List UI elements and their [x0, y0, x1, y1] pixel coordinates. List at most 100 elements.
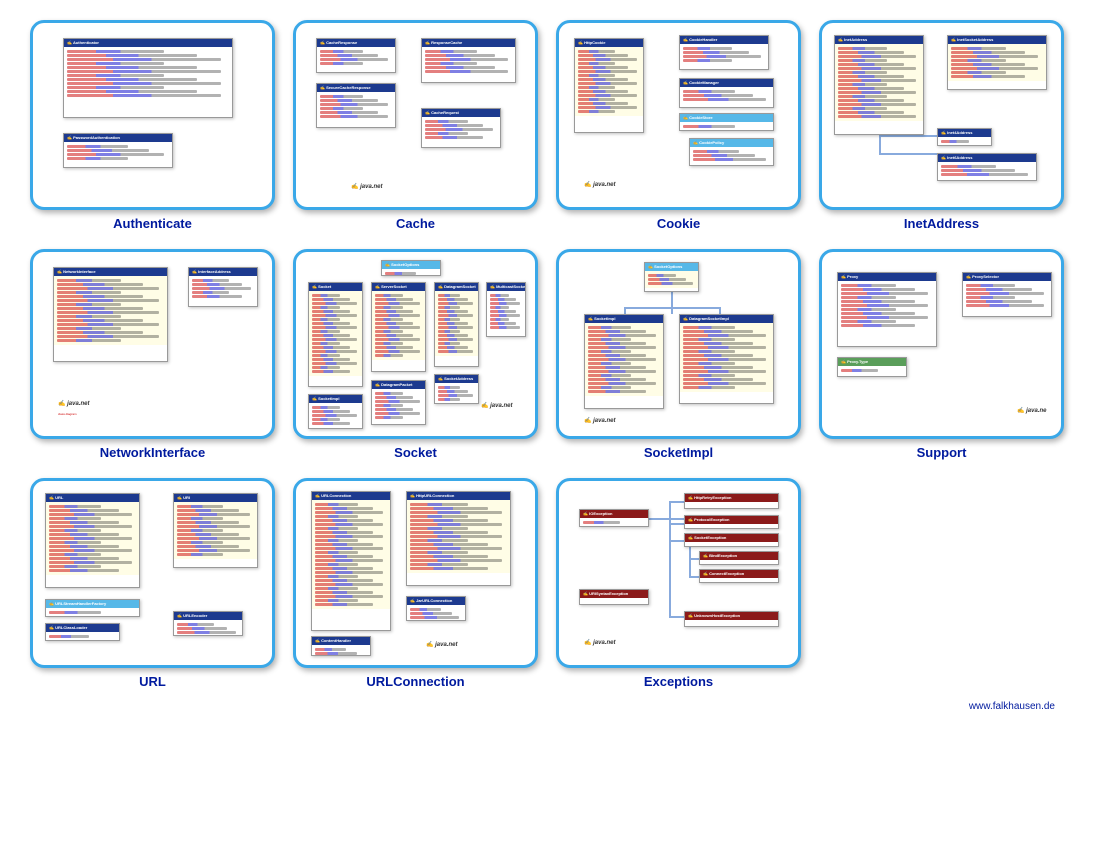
class-box: ✍ CookieManager — [679, 78, 774, 108]
package-label: java.net — [426, 641, 458, 648]
diagram-card-urlconn[interactable]: ✍ URLConnection✍ HttpURLConnection✍ JarU… — [293, 478, 538, 689]
class-body — [690, 147, 773, 164]
class-body — [685, 502, 778, 506]
diagram-caption[interactable]: Cookie — [657, 216, 700, 231]
class-header: ✍ UnknownHostException — [685, 612, 778, 620]
class-body — [174, 502, 257, 559]
class-body — [680, 323, 773, 392]
class-header: ✍ CookieStore — [680, 114, 773, 122]
class-header: ✍ InetAddress — [835, 36, 923, 44]
class-body — [685, 542, 778, 546]
class-body — [46, 632, 119, 641]
diagram-thumbnail[interactable]: ✍ HttpCookie ✍ CookieHandler ✍ CookieManag… — [556, 20, 801, 210]
diagram-thumbnail[interactable]: ✍ SocketOptions ✍ SocketImpl ✍ DatagramSoc… — [556, 249, 801, 439]
class-header: ✍ SocketImpl — [309, 395, 362, 403]
diagram-thumbnail[interactable]: ✍ URL✍ URI✍ URLStreamHandlerFactory✍ URL… — [30, 478, 275, 668]
class-body — [309, 291, 362, 376]
class-header: ✍ Inet4Address — [938, 129, 991, 137]
class-body — [435, 291, 478, 356]
diagram-thumbnail[interactable]: ✍ SocketOptions✍ Socket✍ ServerSocket✍ D… — [293, 249, 538, 439]
class-header: ✍ CookiePolicy — [690, 139, 773, 147]
diagram-caption[interactable]: Socket — [394, 445, 437, 460]
diagram-thumbnail[interactable]: ✍ IOException✍ HttpRetryException✍ Proto… — [556, 478, 801, 668]
class-header: ✍ URLEncoder — [174, 612, 242, 620]
diagram-caption[interactable]: InetAddress — [904, 216, 979, 231]
class-body — [372, 291, 425, 360]
diagram-caption[interactable]: URL — [139, 674, 166, 689]
class-box: ✍ URLStreamHandlerFactory — [45, 599, 140, 617]
package-label: java.net — [481, 402, 513, 409]
diagram-caption[interactable]: Support — [917, 445, 967, 460]
class-box: ✍ SocketImpl — [308, 394, 363, 429]
footer-link[interactable]: www.falkhausen.de — [30, 701, 1065, 712]
diagram-caption[interactable]: NetworkInterface — [100, 445, 205, 460]
class-header: ✍ DatagramSocketImpl — [680, 315, 773, 323]
class-box: ✍ Authenticator — [63, 38, 233, 118]
class-header: ✍ CacheResponse — [317, 39, 395, 47]
class-body — [64, 142, 172, 163]
class-box: ✍ URLClassLoader — [45, 623, 120, 641]
diagram-thumbnail[interactable]: ✍ NetworkInterface✍ InterfaceAddressjava… — [30, 249, 275, 439]
diagram-card-url[interactable]: ✍ URL✍ URI✍ URLStreamHandlerFactory✍ URL… — [30, 478, 275, 689]
diagram-thumbnail[interactable]: ✍ Proxy✍ ProxySelector✍ Proxy.Typejava.n… — [819, 249, 1064, 439]
class-header: ✍ CookieHandler — [680, 36, 768, 44]
footnote: class diagram — [58, 412, 77, 416]
diagram-card-except[interactable]: ✍ IOException✍ HttpRetryException✍ Proto… — [556, 478, 801, 689]
diagram-thumbnail[interactable]: ✍ CacheResponse ✍ SecureCacheResponse ✍ Re… — [293, 20, 538, 210]
class-header: ✍ DatagramPacket — [372, 381, 425, 389]
diagram-caption[interactable]: URLConnection — [366, 674, 464, 689]
class-header: ✍ Socket — [309, 283, 362, 291]
class-header: ✍ SocketImpl — [585, 315, 663, 323]
diagram-card-netif[interactable]: ✍ NetworkInterface✍ InterfaceAddressjava… — [30, 249, 275, 460]
diagram-caption[interactable]: Authenticate — [113, 216, 192, 231]
diagram-caption[interactable]: Cache — [396, 216, 435, 231]
connector-line — [879, 153, 937, 155]
diagram-thumbnail[interactable]: ✍ URLConnection✍ HttpURLConnection✍ JarU… — [293, 478, 538, 668]
class-box: ✍ Proxy — [837, 272, 937, 347]
class-box: ✍ PasswordAuthentication — [63, 133, 173, 168]
class-body — [838, 281, 936, 330]
diagram-caption[interactable]: SocketImpl — [644, 445, 713, 460]
diagram-card-cookie[interactable]: ✍ HttpCookie ✍ CookieHandler ✍ CookieManag… — [556, 20, 801, 231]
class-header: ✍ DatagramSocket — [435, 283, 478, 291]
class-body — [487, 291, 525, 332]
class-box: ✍ URISyntaxException — [579, 589, 649, 605]
diagram-card-auth[interactable]: ✍ Authenticator ✍ PasswordAuthentication A… — [30, 20, 275, 231]
class-header: ✍ SecureCacheResponse — [317, 84, 395, 92]
class-header: ✍ URLStreamHandlerFactory — [46, 600, 139, 608]
class-box: ✍ InterfaceAddress — [188, 267, 258, 307]
class-box: ✍ SecureCacheResponse — [316, 83, 396, 128]
class-box: ✍ SocketException — [684, 533, 779, 547]
class-box: ✍ URLConnection — [311, 491, 391, 631]
class-body — [189, 276, 257, 301]
diagram-thumbnail[interactable]: ✍ Authenticator ✍ PasswordAuthentication — [30, 20, 275, 210]
diagram-caption[interactable]: Exceptions — [644, 674, 713, 689]
connector-line — [669, 501, 684, 503]
diagram-thumbnail[interactable]: ✍ InetAddress✍ InetSocketAddress✍ Inet4A… — [819, 20, 1064, 210]
class-header: ✍ ContentHandler — [312, 637, 370, 645]
class-box: ✍ ProxySelector — [962, 272, 1052, 317]
diagram-card-support[interactable]: ✍ Proxy✍ ProxySelector✍ Proxy.Typejava.n… — [819, 249, 1064, 460]
diagram-card-socket[interactable]: ✍ SocketOptions✍ Socket✍ ServerSocket✍ D… — [293, 249, 538, 460]
package-label: java.net — [584, 181, 616, 188]
diagram-card-sockimpl[interactable]: ✍ SocketOptions ✍ SocketImpl ✍ DatagramSoc… — [556, 249, 801, 460]
class-header: ✍ InterfaceAddress — [189, 268, 257, 276]
class-box: ✍ CookieHandler — [679, 35, 769, 70]
class-body — [174, 620, 242, 636]
diagram-card-inet[interactable]: ✍ InetAddress✍ InetSocketAddress✍ Inet4A… — [819, 20, 1064, 231]
class-box: ✍ HttpCookie — [574, 38, 644, 133]
connector-line — [879, 135, 937, 137]
class-header: ✍ SocketOptions — [645, 263, 698, 271]
class-body — [54, 276, 167, 345]
class-body — [575, 47, 643, 116]
class-body — [317, 92, 395, 121]
class-body — [382, 269, 440, 276]
class-box: ✍ URI — [173, 493, 258, 568]
diagram-card-cache[interactable]: ✍ CacheResponse ✍ SecureCacheResponse ✍ Re… — [293, 20, 538, 231]
class-box: ✍ DatagramPacket — [371, 380, 426, 425]
package-label: java.net — [584, 417, 616, 424]
class-body — [407, 605, 465, 621]
class-box: ✍ Inet4Address — [937, 128, 992, 146]
class-box: ✍ ResponseCache — [421, 38, 516, 83]
class-header: ✍ ProxySelector — [963, 273, 1051, 281]
